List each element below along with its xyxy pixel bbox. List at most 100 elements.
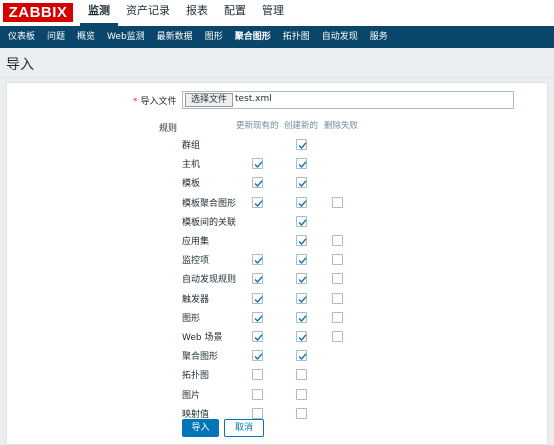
rule-label: 图片 bbox=[182, 391, 201, 401]
checkmark-icon bbox=[298, 238, 307, 246]
checkmark-icon bbox=[298, 276, 307, 284]
column-delete-missing: 删除失败 bbox=[324, 121, 359, 131]
page-title: 导入 bbox=[6, 57, 34, 73]
checkmark-icon bbox=[254, 257, 263, 265]
checkmark-icon bbox=[254, 161, 263, 169]
checkbox-create[interactable] bbox=[296, 254, 307, 265]
checkmark-icon bbox=[298, 257, 307, 265]
checkbox-create[interactable] bbox=[296, 389, 307, 400]
subnav-item[interactable]: 概览 bbox=[71, 26, 101, 48]
checkmark-icon bbox=[254, 296, 263, 304]
checkmark-icon bbox=[254, 334, 263, 342]
topnav-item[interactable]: 资产记录 bbox=[118, 0, 178, 26]
checkbox-create[interactable] bbox=[296, 216, 307, 227]
checkmark-icon bbox=[298, 296, 307, 304]
checkmark-icon bbox=[254, 180, 263, 188]
rule-label: 监控项 bbox=[182, 256, 210, 266]
checkbox-delete[interactable] bbox=[332, 235, 343, 246]
checkbox-create[interactable] bbox=[296, 312, 307, 323]
checkbox-update[interactable] bbox=[252, 350, 263, 361]
rule-label: 模板聚合图形 bbox=[182, 199, 237, 209]
checkmark-icon bbox=[298, 353, 307, 361]
import-file-label-text: 导入文件 bbox=[140, 97, 177, 107]
checkmark-icon bbox=[298, 315, 307, 323]
checkbox-update[interactable] bbox=[252, 273, 263, 284]
checkbox-update[interactable] bbox=[252, 389, 263, 400]
checkmark-icon bbox=[254, 315, 263, 323]
subnav-item[interactable]: Web监测 bbox=[101, 26, 151, 48]
checkbox-create[interactable] bbox=[296, 408, 307, 419]
checkbox-update[interactable] bbox=[252, 369, 263, 380]
checkbox-update[interactable] bbox=[252, 408, 263, 419]
checkbox-create[interactable] bbox=[296, 331, 307, 342]
column-update-existing: 更新现有的 bbox=[236, 121, 279, 131]
rule-label: 群组 bbox=[182, 141, 201, 151]
column-create-new: 创建新的 bbox=[284, 121, 319, 131]
subnav-item[interactable]: 问题 bbox=[41, 26, 71, 48]
rule-label: 自动发现规则 bbox=[182, 275, 237, 285]
checkbox-update[interactable] bbox=[252, 254, 263, 265]
checkbox-update[interactable] bbox=[252, 158, 263, 169]
choose-file-button[interactable]: 选择文件 bbox=[185, 93, 234, 107]
rules-label: 规则 bbox=[159, 124, 178, 134]
rule-label: 应用集 bbox=[182, 237, 210, 247]
checkmark-icon bbox=[298, 142, 307, 150]
checkmark-icon bbox=[298, 200, 307, 208]
subnav-item[interactable]: 聚合图形 bbox=[229, 26, 277, 48]
rule-label: 聚合图形 bbox=[182, 352, 219, 362]
rule-label: 模板 bbox=[182, 179, 201, 189]
rule-label: 模板间的关联 bbox=[182, 218, 237, 228]
rule-label: 主机 bbox=[182, 160, 201, 170]
checkbox-create[interactable] bbox=[296, 158, 307, 169]
import-form: * 导入文件 选择文件 test.xml 规则 更新现有的 创建新的 删除失败 导… bbox=[6, 82, 548, 445]
checkbox-create[interactable] bbox=[296, 177, 307, 188]
rule-label: 图形 bbox=[182, 314, 201, 324]
subnav-item[interactable]: 最新数据 bbox=[151, 26, 199, 48]
zabbix-logo[interactable]: ZABBIX bbox=[3, 3, 73, 22]
subnav-item[interactable]: 图形 bbox=[199, 26, 229, 48]
checkbox-update[interactable] bbox=[252, 331, 263, 342]
checkmark-icon bbox=[298, 180, 307, 188]
checkbox-delete[interactable] bbox=[332, 197, 343, 208]
main-menu: 监测 资产记录 报表 配置 管理 bbox=[80, 0, 292, 26]
topnav-item[interactable]: 报表 bbox=[178, 0, 216, 26]
subnav-item[interactable]: 仪表板 bbox=[2, 26, 41, 48]
checkmark-icon bbox=[254, 353, 263, 361]
rule-label: Web 场景 bbox=[182, 333, 223, 343]
checkbox-create[interactable] bbox=[296, 235, 307, 246]
checkbox-create[interactable] bbox=[296, 350, 307, 361]
subnav-item[interactable]: 拓扑图 bbox=[277, 26, 316, 48]
file-name: test.xml bbox=[235, 94, 272, 104]
required-marker: * bbox=[133, 97, 138, 107]
checkbox-update[interactable] bbox=[252, 177, 263, 188]
checkbox-create[interactable] bbox=[296, 197, 307, 208]
checkbox-update[interactable] bbox=[252, 312, 263, 323]
checkbox-create[interactable] bbox=[296, 139, 307, 150]
subnav-item[interactable]: 自动发现 bbox=[316, 26, 364, 48]
subnav-item[interactable]: 服务 bbox=[364, 26, 394, 48]
checkbox-delete[interactable] bbox=[332, 293, 343, 304]
import-file-label: * 导入文件 bbox=[133, 94, 177, 107]
checkbox-create[interactable] bbox=[296, 369, 307, 380]
checkbox-update[interactable] bbox=[252, 197, 263, 208]
file-input[interactable]: 选择文件 test.xml bbox=[182, 91, 514, 109]
checkbox-delete[interactable] bbox=[332, 312, 343, 323]
checkbox-create[interactable] bbox=[296, 293, 307, 304]
cancel-button[interactable]: 取消 bbox=[224, 419, 264, 437]
rule-label: 映射值 bbox=[182, 410, 210, 420]
topnav-item[interactable]: 管理 bbox=[254, 0, 292, 26]
topnav-item[interactable]: 配置 bbox=[216, 0, 254, 26]
checkbox-delete[interactable] bbox=[332, 254, 343, 265]
checkmark-icon bbox=[254, 200, 263, 208]
checkmark-icon bbox=[298, 161, 307, 169]
checkbox-update[interactable] bbox=[252, 293, 263, 304]
page-header: 导入 bbox=[0, 48, 554, 78]
checkbox-create[interactable] bbox=[296, 273, 307, 284]
checkmark-icon bbox=[254, 276, 263, 284]
topnav-item[interactable]: 监测 bbox=[80, 0, 118, 26]
checkbox-delete[interactable] bbox=[332, 331, 343, 342]
import-button[interactable]: 导入 bbox=[182, 419, 219, 437]
checkbox-delete[interactable] bbox=[332, 273, 343, 284]
rule-label: 触发器 bbox=[182, 295, 210, 305]
checkmark-icon bbox=[298, 334, 307, 342]
